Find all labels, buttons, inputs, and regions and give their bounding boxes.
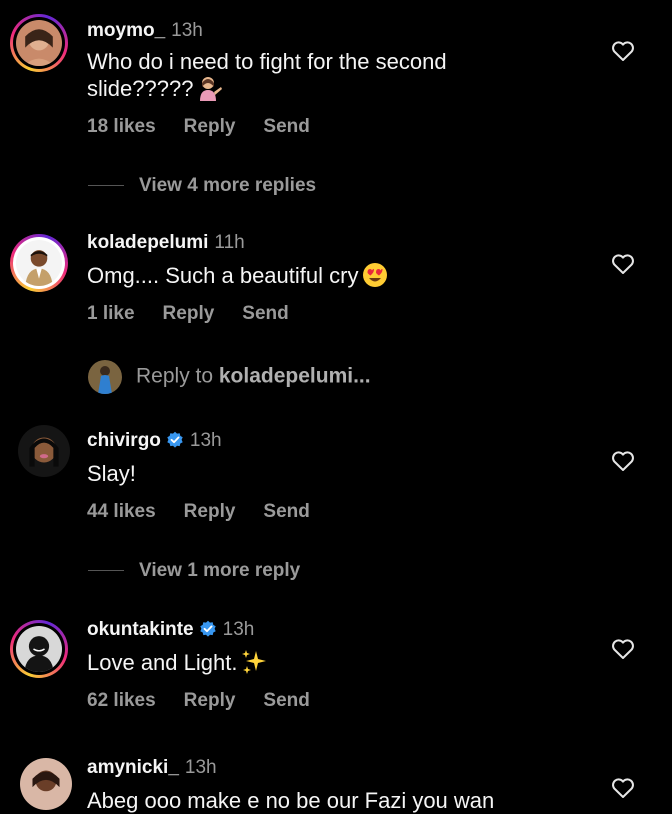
- timestamp: 13h: [222, 619, 255, 640]
- timestamp: 13h: [189, 430, 222, 451]
- heart-icon[interactable]: [611, 638, 635, 660]
- send-button[interactable]: Send: [263, 116, 309, 137]
- reply-button[interactable]: Reply: [184, 690, 236, 711]
- avatar: [16, 240, 62, 286]
- reply-button[interactable]: Reply: [163, 303, 215, 324]
- avatar: [18, 425, 70, 477]
- reply-to-prefix: Reply to: [136, 364, 219, 388]
- avatar-story-ring[interactable]: [10, 234, 68, 292]
- comment-header: okuntakinte 13h: [87, 619, 254, 641]
- avatar-wrapper[interactable]: [20, 758, 72, 810]
- heart-icon[interactable]: [611, 40, 635, 62]
- username[interactable]: chivirgo: [87, 430, 161, 451]
- heart-icon[interactable]: [611, 253, 635, 275]
- verified-badge-icon: [199, 620, 216, 637]
- comment-text-content: Abeg ooo make e no be our Fazi you wan: [87, 788, 495, 813]
- send-button[interactable]: Send: [263, 501, 309, 522]
- reply-to-target: koladepelumi...: [218, 364, 371, 388]
- timestamp: 11h: [214, 232, 245, 253]
- reply-to-prompt[interactable]: Reply to koladepelumi...: [88, 360, 371, 394]
- comment-header: moymo_ 13h: [87, 20, 203, 42]
- timestamp: 13h: [171, 20, 203, 41]
- likes-count[interactable]: 44 likes: [87, 501, 156, 522]
- avatar-wrapper[interactable]: [18, 425, 70, 477]
- avatar-story-ring[interactable]: [10, 14, 68, 72]
- comment-text: Abeg ooo make e no be our Fazi you wan: [87, 788, 557, 814]
- reply-button[interactable]: Reply: [184, 116, 236, 137]
- timestamp: 13h: [184, 757, 217, 778]
- username[interactable]: koladepelumi: [87, 232, 208, 253]
- heart-eyes-icon: [363, 263, 388, 287]
- person-tipping-hand-icon: [200, 77, 223, 101]
- avatar-story-ring[interactable]: [10, 620, 68, 678]
- send-button[interactable]: Send: [263, 690, 309, 711]
- username[interactable]: moymo_: [87, 20, 165, 41]
- current-user-avatar: [88, 360, 122, 394]
- avatar: [16, 626, 62, 672]
- heart-icon[interactable]: [611, 777, 635, 799]
- comment-header: amynicki_ 13h: [87, 757, 217, 779]
- comment-text: Omg.... Such a beautiful cry: [87, 262, 557, 289]
- comment-actions: 18 likes Reply Send: [87, 116, 338, 138]
- sparkles-icon: [242, 650, 267, 674]
- comment-actions: 1 like Reply Send: [87, 303, 317, 325]
- comment-text-content: Who do i need to fight for the second sl…: [87, 49, 447, 101]
- view-more-replies[interactable]: View 1 more reply: [88, 560, 300, 582]
- view-replies-label: View 4 more replies: [139, 175, 317, 196]
- comment-text: Love and Light.: [87, 649, 557, 676]
- comment-text-content: Slay!: [87, 461, 136, 486]
- username[interactable]: okuntakinte: [87, 619, 194, 640]
- verified-badge-icon: [167, 431, 183, 448]
- reply-button[interactable]: Reply: [184, 501, 236, 522]
- send-button[interactable]: Send: [242, 303, 288, 324]
- comment-text-content: Omg.... Such a beautiful cry: [87, 263, 359, 288]
- comment-header: chivirgo 13h: [87, 430, 222, 452]
- likes-count[interactable]: 18 likes: [87, 116, 156, 137]
- comment-actions: 62 likes Reply Send: [87, 690, 338, 712]
- view-replies-label: View 1 more reply: [139, 560, 301, 581]
- likes-count[interactable]: 1 like: [87, 303, 135, 324]
- divider-line: [88, 185, 124, 187]
- view-more-replies[interactable]: View 4 more replies: [88, 175, 316, 197]
- comment-text: Who do i need to fight for the second sl…: [87, 49, 557, 102]
- divider-line: [88, 570, 124, 572]
- comment-header: koladepelumi 11h: [87, 232, 245, 254]
- avatar: [16, 20, 62, 66]
- comment-text: Slay!: [87, 461, 557, 487]
- avatar: [20, 758, 72, 810]
- username[interactable]: amynicki_: [87, 757, 179, 778]
- comment-text-content: Love and Light.: [87, 650, 238, 675]
- heart-icon[interactable]: [611, 450, 635, 472]
- likes-count[interactable]: 62 likes: [87, 690, 156, 711]
- comment-actions: 44 likes Reply Send: [87, 501, 338, 523]
